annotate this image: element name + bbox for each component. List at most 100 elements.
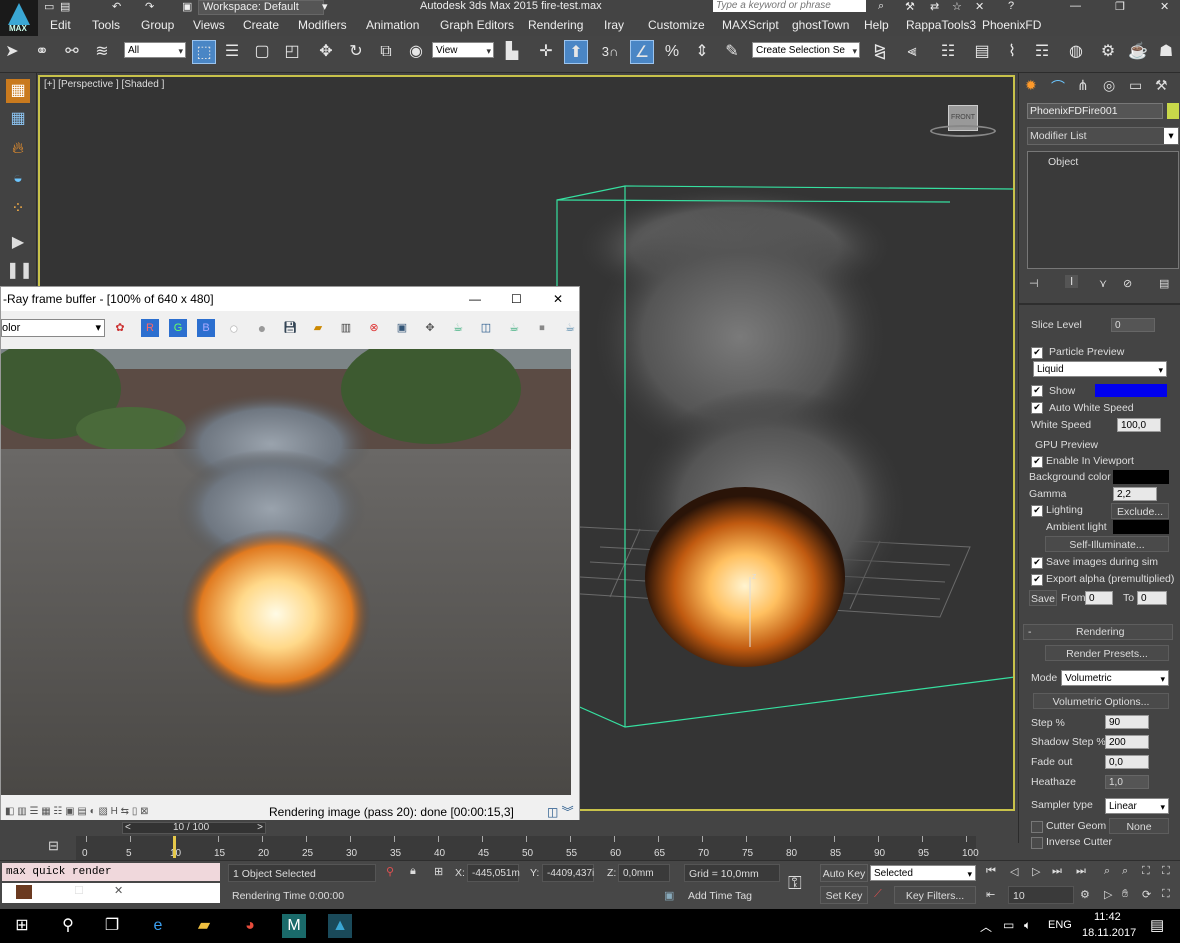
snap-toggle-icon[interactable]: 3∩ bbox=[598, 40, 622, 64]
vfb-maximize-button[interactable]: ☐ bbox=[511, 287, 522, 311]
tray-time[interactable]: 11:42 bbox=[1094, 911, 1121, 923]
menu-rendering[interactable]: Rendering bbox=[528, 18, 583, 32]
rotate-icon[interactable]: ↻ bbox=[344, 40, 368, 64]
menu-iray[interactable]: Iray bbox=[604, 18, 624, 32]
edge-browser-icon[interactable]: e bbox=[146, 914, 170, 938]
self-illuminate-button[interactable]: Self-Illuminate... bbox=[1045, 536, 1169, 552]
field-of-view-icon[interactable]: ▷ bbox=[1104, 888, 1112, 901]
goto-start-icon[interactable]: ⏮ bbox=[986, 865, 996, 878]
menu-views[interactable]: Views bbox=[193, 18, 225, 32]
tray-overflow-icon[interactable]: ︿ bbox=[980, 918, 992, 935]
color-corrections-icon[interactable]: ✿ bbox=[111, 319, 129, 337]
app-logo[interactable]: MAX bbox=[0, 0, 38, 36]
tools-icon[interactable]: ⚒ bbox=[905, 0, 915, 14]
auto-key-button[interactable]: Auto Key bbox=[820, 864, 868, 882]
modify-tab-icon[interactable]: ⌒ bbox=[1051, 77, 1065, 97]
key-tangents-icon[interactable]: ⟋ bbox=[874, 888, 882, 901]
track-mouse-icon[interactable]: ✥ bbox=[421, 319, 439, 337]
ambient-light-swatch[interactable] bbox=[1113, 520, 1169, 534]
help-icon[interactable]: ? bbox=[1008, 0, 1014, 14]
menu-phoenixfd[interactable]: PhoenixFD bbox=[982, 18, 1041, 32]
redo-icon[interactable]: ↷ bbox=[145, 0, 154, 14]
z-coordinate-field[interactable]: 0,0mm bbox=[618, 864, 670, 882]
bind-space-warp-icon[interactable]: ≋ bbox=[90, 40, 114, 64]
workspace-dropdown-icon[interactable]: ▾ bbox=[322, 0, 328, 14]
rectangular-region-icon[interactable]: ▢ bbox=[250, 40, 274, 64]
time-slider[interactable]: < 10 / 100 > bbox=[122, 822, 266, 834]
compare-icon[interactable]: ◫ bbox=[477, 319, 495, 337]
monochrome-icon[interactable]: ● bbox=[253, 319, 271, 337]
menu-help[interactable]: Help bbox=[864, 18, 889, 32]
menu-ghosttown[interactable]: ghostTown bbox=[792, 18, 849, 32]
keyboard-shortcut-override-icon[interactable]: ⬆ bbox=[564, 40, 588, 64]
stop-render-icon[interactable]: ⊗ bbox=[365, 319, 383, 337]
fade-out-spinner[interactable]: 0,0 bbox=[1105, 755, 1149, 769]
tray-date[interactable]: 18.11.2017 bbox=[1082, 927, 1136, 939]
region-render-icon[interactable]: ▣ bbox=[393, 319, 411, 337]
angle-snap-icon[interactable]: ∠ bbox=[630, 40, 654, 64]
viewcube-ring[interactable] bbox=[930, 125, 996, 137]
zoom-extents-icon[interactable]: ⛶ bbox=[1142, 865, 1150, 878]
pause-icon[interactable]: ❚❚ bbox=[6, 259, 33, 283]
key-mode-icon[interactable]: ⇤ bbox=[986, 888, 995, 901]
object-color-swatch[interactable] bbox=[1167, 103, 1179, 119]
maxscript-input[interactable]: ☐ ✕ bbox=[2, 883, 220, 903]
undo-icon[interactable]: ↶ bbox=[112, 0, 121, 14]
rollout-collapse-icon[interactable]: - bbox=[1028, 626, 1032, 638]
to-spinner[interactable]: 0 bbox=[1137, 591, 1167, 605]
named-selection-set-select[interactable]: Create Selection Se ▾ bbox=[752, 42, 860, 58]
utilities-tab-icon[interactable]: ⚒ bbox=[1155, 77, 1168, 94]
exclude-button[interactable]: Exclude... bbox=[1111, 503, 1169, 519]
rendered-frame-window-icon[interactable]: ☕ bbox=[1126, 40, 1150, 64]
place-icon[interactable]: ◉ bbox=[404, 40, 428, 64]
network-icon[interactable]: ▭ bbox=[1003, 918, 1014, 932]
menu-edit[interactable]: Edit bbox=[50, 18, 71, 32]
3dsmax-taskbar-icon[interactable]: ▲ bbox=[328, 914, 352, 938]
search-input[interactable]: Type a keyword or phrase bbox=[713, 0, 866, 12]
select-manipulate-icon[interactable]: ✛ bbox=[534, 40, 558, 64]
action-center-icon[interactable]: ▤ bbox=[1150, 916, 1164, 934]
select-arrow-icon[interactable]: ➤ bbox=[0, 40, 24, 64]
sampler-type-select[interactable]: Linear ▾ bbox=[1105, 798, 1169, 814]
motion-tab-icon[interactable]: ◎ bbox=[1103, 77, 1115, 94]
display-tab-icon[interactable]: ▭ bbox=[1129, 77, 1142, 94]
particle-type-select[interactable]: Liquid ▾ bbox=[1033, 361, 1167, 377]
thumbnail-close-icon[interactable]: ✕ bbox=[114, 884, 123, 897]
scale-icon[interactable]: ⧉ bbox=[374, 40, 398, 64]
red-channel-button[interactable]: R bbox=[141, 319, 159, 337]
time-slider-next[interactable]: > bbox=[257, 822, 263, 833]
play-animation-icon[interactable]: ▷ bbox=[1032, 865, 1040, 878]
star-icon[interactable]: ☆ bbox=[952, 0, 962, 14]
render-setup-icon[interactable]: ⚙ bbox=[1096, 40, 1120, 64]
vfb-minimize-button[interactable]: — bbox=[469, 287, 481, 311]
set-key-button[interactable]: Set Key bbox=[820, 886, 868, 904]
open-file-icon[interactable]: ▤ bbox=[60, 0, 70, 14]
enable-in-viewport-checkbox[interactable]: ✔ bbox=[1031, 456, 1043, 468]
show-checkbox[interactable]: ✔ bbox=[1031, 385, 1043, 397]
key-filters-button[interactable]: Key Filters... bbox=[894, 886, 976, 904]
pan-view-icon[interactable]: ✋︎ bbox=[1122, 888, 1128, 901]
gamma-spinner[interactable]: 2,2 bbox=[1113, 487, 1157, 501]
alpha-channel-icon[interactable]: ● bbox=[225, 319, 243, 337]
task-view-icon[interactable]: ❐ bbox=[100, 914, 124, 938]
goto-end-icon[interactable]: ⏭ bbox=[1076, 865, 1086, 878]
pivot-center-icon[interactable]: ▙ bbox=[500, 40, 524, 64]
search-taskbar-icon[interactable]: ⚲ bbox=[56, 914, 80, 938]
add-time-tag[interactable]: Add Time Tag bbox=[684, 887, 780, 905]
mirror-icon[interactable]: ⧎ bbox=[868, 40, 892, 64]
spinner-snap-icon[interactable]: ⇕ bbox=[690, 40, 714, 64]
mode-select[interactable]: Volumetric ▾ bbox=[1061, 670, 1169, 686]
zoom-icon[interactable]: ⌕ bbox=[1104, 865, 1110, 878]
render-last-icon[interactable]: ☕︎ bbox=[505, 319, 523, 337]
current-frame-field[interactable]: 10 bbox=[1008, 886, 1074, 904]
selection-lock-icon[interactable]: 🔒︎ bbox=[410, 865, 416, 878]
rendering-rollout-header[interactable]: - Rendering bbox=[1023, 624, 1173, 640]
shadow-step-spinner[interactable]: 200 bbox=[1105, 735, 1149, 749]
vfb-channel-select[interactable]: olor ▾ bbox=[1, 319, 105, 337]
move-icon[interactable]: ✥ bbox=[314, 40, 338, 64]
cutter-geom-pick-button[interactable]: None bbox=[1109, 818, 1169, 834]
pin-stack-icon[interactable]: ⊣ bbox=[1029, 277, 1039, 290]
export-alpha-checkbox[interactable]: ✔ bbox=[1031, 574, 1043, 586]
menu-tools[interactable]: Tools bbox=[92, 18, 120, 32]
slice-level-spinner[interactable]: 0 bbox=[1111, 318, 1155, 332]
